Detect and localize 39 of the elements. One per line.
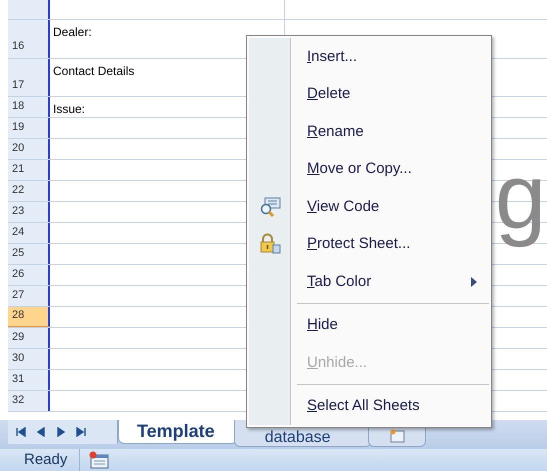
row-header[interactable]: 29 bbox=[8, 328, 50, 348]
row-header[interactable]: 17 bbox=[8, 58, 50, 96]
row-header[interactable]: 16 bbox=[8, 20, 50, 58]
next-sheet-icon[interactable] bbox=[56, 427, 66, 437]
row-header[interactable]: 20 bbox=[8, 139, 50, 159]
previous-sheet-icon[interactable] bbox=[36, 427, 46, 437]
row-header[interactable]: 26 bbox=[8, 265, 50, 285]
row-header[interactable]: 22 bbox=[8, 181, 50, 201]
menu-item[interactable]: View Code bbox=[249, 188, 489, 226]
magnifier-icon bbox=[259, 196, 281, 218]
row-header[interactable] bbox=[8, 0, 50, 19]
menu-item[interactable]: Protect Sheet... bbox=[249, 226, 489, 263]
menu-item[interactable]: Move or Copy... bbox=[249, 150, 489, 188]
menu-item[interactable]: Tab Color bbox=[249, 263, 489, 300]
row-header[interactable]: 28 bbox=[8, 307, 50, 327]
row-header[interactable]: 32 bbox=[8, 391, 50, 411]
row-header[interactable]: 18 bbox=[8, 97, 50, 117]
menu-item[interactable]: Rename bbox=[249, 113, 489, 150]
cell-text: Contact Details bbox=[53, 64, 134, 78]
row-header[interactable]: 27 bbox=[8, 286, 50, 306]
status-text: Ready bbox=[0, 448, 80, 471]
cell-text: g bbox=[495, 145, 546, 250]
first-sheet-icon[interactable] bbox=[16, 427, 26, 437]
submenu-arrow-icon bbox=[471, 276, 477, 287]
row-header[interactable]: 24 bbox=[8, 223, 50, 243]
last-sheet-icon[interactable] bbox=[76, 427, 86, 437]
cell-text: Dealer: bbox=[53, 25, 92, 39]
row-header[interactable]: 19 bbox=[8, 118, 50, 138]
macro-record-icon[interactable] bbox=[88, 451, 110, 469]
row-header[interactable]: 23 bbox=[8, 202, 50, 222]
menu-item[interactable]: Insert... bbox=[249, 38, 489, 76]
lock-icon bbox=[259, 233, 281, 256]
menu-item[interactable]: Delete bbox=[249, 76, 489, 113]
row-header[interactable]: 21 bbox=[8, 160, 50, 180]
row-header[interactable]: 25 bbox=[8, 244, 50, 264]
menu-item[interactable]: Hide bbox=[249, 306, 489, 344]
row-header[interactable]: 31 bbox=[8, 370, 50, 390]
cell-text: Issue: bbox=[53, 102, 86, 116]
row-header[interactable]: 30 bbox=[8, 349, 50, 369]
